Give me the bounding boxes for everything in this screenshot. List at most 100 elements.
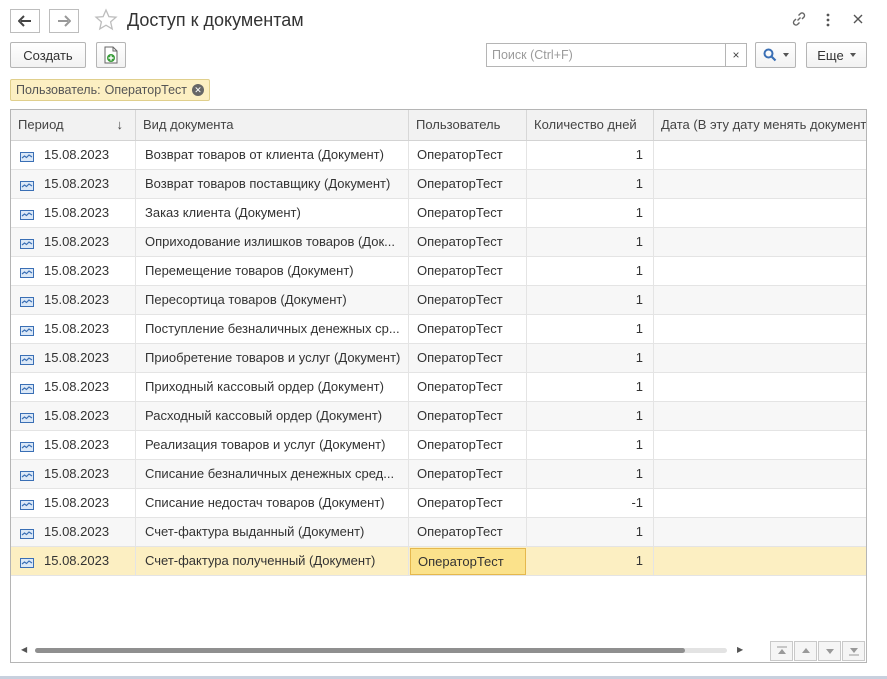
cell-doc-type[interactable]: Пересортица товаров (Документ) (136, 286, 409, 314)
column-header-user[interactable]: Пользователь (409, 110, 527, 140)
table-row[interactable]: 15.08.2023 Списание безналичных денежных … (11, 460, 866, 489)
more-button[interactable]: Еще (806, 42, 867, 68)
cell-date[interactable] (654, 518, 866, 546)
page-up-button[interactable] (794, 641, 817, 661)
cell-period[interactable]: 15.08.2023 (11, 344, 136, 372)
cell-doc-type[interactable]: Поступление безналичных денежных ср... (136, 315, 409, 343)
cell-doc-type[interactable]: Списание безналичных денежных сред... (136, 460, 409, 488)
cell-days[interactable]: 1 (527, 518, 654, 546)
cell-date[interactable] (654, 315, 866, 343)
cell-days[interactable]: -1 (527, 489, 654, 517)
cell-period[interactable]: 15.08.2023 (11, 489, 136, 517)
forward-button[interactable] (49, 9, 79, 33)
cell-period[interactable]: 15.08.2023 (11, 373, 136, 401)
cell-user[interactable]: ОператорТест (409, 315, 527, 343)
cell-period[interactable]: 15.08.2023 (11, 431, 136, 459)
cell-date[interactable] (654, 286, 866, 314)
table-row[interactable]: 15.08.2023 Возврат товаров от клиента (До… (11, 141, 866, 170)
search-menu-button[interactable] (755, 42, 796, 68)
column-header-period[interactable]: Период ↓ (11, 110, 136, 140)
cell-doc-type[interactable]: Расходный кассовый ордер (Документ) (136, 402, 409, 430)
table-row[interactable]: 15.08.2023 Приходный кассовый ордер (Доку… (11, 373, 866, 402)
cell-date[interactable] (654, 170, 866, 198)
table-row[interactable]: 15.08.2023 Списание недостач товаров (Док… (11, 489, 866, 518)
table-row[interactable]: 15.08.2023 Расходный кассовый ордер (Доку… (11, 402, 866, 431)
column-header-days[interactable]: Количество дней (527, 110, 654, 140)
cell-days[interactable]: 1 (527, 315, 654, 343)
cell-doc-type[interactable]: Возврат товаров поставщику (Документ) (136, 170, 409, 198)
cell-user[interactable]: ОператорТест (409, 489, 527, 517)
cell-period[interactable]: 15.08.2023 (11, 199, 136, 227)
cell-doc-type[interactable]: Заказ клиента (Документ) (136, 199, 409, 227)
cell-doc-type[interactable]: Оприходование излишков товаров (Док... (136, 228, 409, 256)
cell-date[interactable] (654, 547, 866, 575)
cell-date[interactable] (654, 141, 866, 169)
cell-doc-type[interactable]: Счет-фактура полученный (Документ) (136, 547, 409, 575)
table-row[interactable]: 15.08.2023 Поступление безналичных денежн… (11, 315, 866, 344)
cell-period[interactable]: 15.08.2023 (11, 170, 136, 198)
cell-user[interactable]: ОператорТест (410, 548, 526, 575)
table-row[interactable]: 15.08.2023 Пересортица товаров (Документ)… (11, 286, 866, 315)
create-button[interactable]: Создать (10, 42, 86, 68)
cell-user[interactable]: ОператорТест (409, 286, 527, 314)
cell-date[interactable] (654, 460, 866, 488)
table-row[interactable]: 15.08.2023 Заказ клиента (Документ) Операт… (11, 199, 866, 228)
cell-user[interactable]: ОператорТест (409, 170, 527, 198)
scroll-to-bottom-button[interactable] (842, 641, 865, 661)
cell-doc-type[interactable]: Возврат товаров от клиента (Документ) (136, 141, 409, 169)
table-row[interactable]: 15.08.2023 Перемещение товаров (Документ)… (11, 257, 866, 286)
link-icon[interactable] (790, 10, 808, 31)
cell-date[interactable] (654, 402, 866, 430)
table-row[interactable]: 15.08.2023 Оприходование излишков товаров… (11, 228, 866, 257)
scroll-left-icon[interactable]: ◀ (21, 645, 27, 654)
cell-days[interactable]: 1 (527, 402, 654, 430)
cell-days[interactable]: 1 (527, 373, 654, 401)
remove-filter-icon[interactable]: ✕ (192, 84, 205, 96)
cell-period[interactable]: 15.08.2023 (11, 141, 136, 169)
cell-days[interactable]: 1 (527, 344, 654, 372)
cell-period[interactable]: 15.08.2023 (11, 547, 136, 575)
cell-doc-type[interactable]: Перемещение товаров (Документ) (136, 257, 409, 285)
cell-period[interactable]: 15.08.2023 (11, 228, 136, 256)
cell-doc-type[interactable]: Приобретение товаров и услуг (Документ) (136, 344, 409, 372)
cell-date[interactable] (654, 228, 866, 256)
table-row[interactable]: 15.08.2023 Счет-фактура выданный (Докумен… (11, 518, 866, 547)
user-filter-chip[interactable]: Пользователь: ОператорТест ✕ (10, 79, 211, 101)
cell-user[interactable]: ОператорТест (409, 141, 527, 169)
cell-user[interactable]: ОператорТест (409, 460, 527, 488)
cell-days[interactable]: 1 (527, 257, 654, 285)
cell-user[interactable]: ОператорТест (409, 344, 527, 372)
cell-doc-type[interactable]: Списание недостач товаров (Документ) (136, 489, 409, 517)
cell-doc-type[interactable]: Реализация товаров и услуг (Документ) (136, 431, 409, 459)
table-row[interactable]: 15.08.2023 Счет-фактура полученный (Докум… (11, 547, 866, 576)
cell-date[interactable] (654, 344, 866, 372)
search-input[interactable]: Поиск (Ctrl+F) (486, 43, 726, 67)
cell-doc-type[interactable]: Счет-фактура выданный (Документ) (136, 518, 409, 546)
cell-period[interactable]: 15.08.2023 (11, 402, 136, 430)
column-header-date[interactable]: Дата (В эту дату менять документ (654, 110, 866, 140)
cell-days[interactable]: 1 (527, 547, 654, 575)
close-icon[interactable] (851, 12, 865, 29)
cell-days[interactable]: 1 (527, 286, 654, 314)
cell-doc-type[interactable]: Приходный кассовый ордер (Документ) (136, 373, 409, 401)
back-button[interactable] (10, 9, 40, 33)
cell-period[interactable]: 15.08.2023 (11, 257, 136, 285)
documents-table[interactable]: Период ↓ Вид документа Пользователь Коли… (10, 109, 867, 663)
add-document-button[interactable] (96, 42, 126, 68)
cell-period[interactable]: 15.08.2023 (11, 518, 136, 546)
cell-period[interactable]: 15.08.2023 (11, 315, 136, 343)
cell-user[interactable]: ОператорТест (409, 257, 527, 285)
table-row[interactable]: 15.08.2023 Реализация товаров и услуг (До… (11, 431, 866, 460)
cell-date[interactable] (654, 489, 866, 517)
search-clear-button[interactable]: × (725, 43, 747, 67)
cell-period[interactable]: 15.08.2023 (11, 286, 136, 314)
horizontal-scrollbar-thumb[interactable] (35, 648, 685, 653)
cell-user[interactable]: ОператорТест (409, 402, 527, 430)
cell-days[interactable]: 1 (527, 228, 654, 256)
cell-days[interactable]: 1 (527, 460, 654, 488)
cell-user[interactable]: ОператорТест (409, 373, 527, 401)
cell-days[interactable]: 1 (527, 199, 654, 227)
cell-days[interactable]: 1 (527, 170, 654, 198)
cell-date[interactable] (654, 257, 866, 285)
column-header-doc-type[interactable]: Вид документа (136, 110, 409, 140)
